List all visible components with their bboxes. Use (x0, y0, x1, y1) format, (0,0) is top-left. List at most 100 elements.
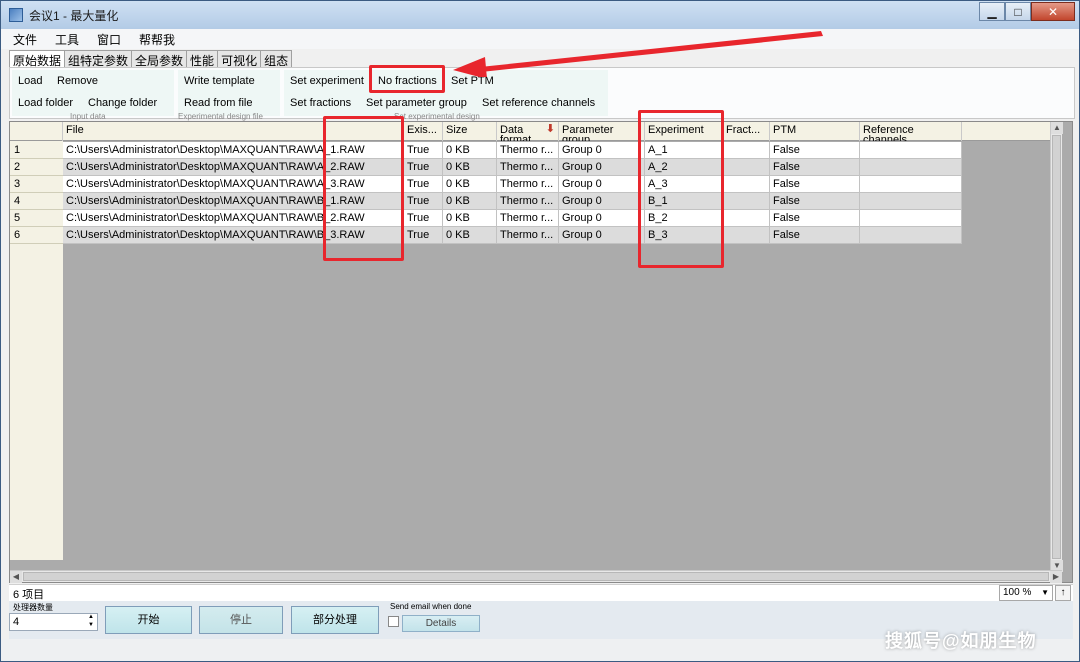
tab-global-parameters[interactable]: 全局参数 (131, 50, 188, 68)
zoom-up-arrow-icon[interactable]: ↑ (1055, 585, 1071, 601)
cell-parameter-group[interactable]: Group 0 (559, 193, 645, 210)
maximize-button[interactable]: □ (1005, 2, 1031, 21)
read-from-file-button[interactable]: Read from file (184, 97, 252, 109)
table-row[interactable]: C:\Users\Administrator\Desktop\MAXQUANT\… (63, 142, 962, 159)
tab-group-specific-parameters[interactable]: 组特定参数 (64, 50, 133, 68)
cell-size[interactable]: 0 KB (443, 227, 497, 244)
set-parameter-group-button[interactable]: Set parameter group (366, 97, 467, 109)
cell-ptm[interactable]: False (770, 227, 860, 244)
load-folder-button[interactable]: Load folder (18, 97, 73, 109)
cell-size[interactable]: 0 KB (443, 193, 497, 210)
scroll-left-arrow-icon[interactable]: ◀ (10, 571, 22, 583)
minimize-button[interactable]: ▁ (979, 2, 1005, 21)
remove-button[interactable]: Remove (57, 75, 98, 87)
close-button[interactable]: ✕ (1031, 2, 1075, 21)
vertical-scroll-thumb[interactable] (1052, 135, 1061, 559)
row-number[interactable]: 2 (10, 159, 63, 176)
cell-ptm[interactable]: False (770, 210, 860, 227)
col-fraction[interactable]: Fract... (723, 122, 770, 141)
table-row[interactable]: C:\Users\Administrator\Desktop\MAXQUANT\… (63, 210, 962, 227)
cell-reference-channels[interactable] (860, 176, 962, 193)
cell-fraction[interactable] (723, 176, 770, 193)
cell-fraction[interactable] (723, 159, 770, 176)
row-number[interactable]: 5 (10, 210, 63, 227)
cell-ptm[interactable]: False (770, 193, 860, 210)
menu-window[interactable]: 窗口 (97, 31, 121, 48)
menu-tools[interactable]: 工具 (55, 31, 79, 48)
cell-exists[interactable]: True (404, 210, 443, 227)
write-template-button[interactable]: Write template (184, 75, 255, 87)
cell-parameter-group[interactable]: Group 0 (559, 210, 645, 227)
cell-exists[interactable]: True (404, 193, 443, 210)
cell-parameter-group[interactable]: Group 0 (559, 227, 645, 244)
cell-fraction[interactable] (723, 227, 770, 244)
cell-parameter-group[interactable]: Group 0 (559, 159, 645, 176)
row-number[interactable]: 4 (10, 193, 63, 210)
cell-exists[interactable]: True (404, 176, 443, 193)
tab-configuration[interactable]: 组态 (260, 50, 293, 68)
cell-data-format[interactable]: Thermo r... (497, 193, 559, 210)
cell-fraction[interactable] (723, 193, 770, 210)
cell-data-format[interactable]: Thermo r... (497, 159, 559, 176)
col-size[interactable]: Size (443, 122, 497, 141)
scroll-up-arrow-icon[interactable]: ▲ (1051, 122, 1063, 134)
cell-size[interactable]: 0 KB (443, 159, 497, 176)
table-row[interactable]: C:\Users\Administrator\Desktop\MAXQUANT\… (63, 176, 962, 193)
cell-size[interactable]: 0 KB (443, 176, 497, 193)
cell-size[interactable]: 0 KB (443, 210, 497, 227)
cell-parameter-group[interactable]: Group 0 (559, 176, 645, 193)
menu-help[interactable]: 帮帮我 (139, 31, 175, 48)
cell-ptm[interactable]: False (770, 176, 860, 193)
scroll-right-arrow-icon[interactable]: ▶ (1050, 571, 1062, 583)
zoom-select[interactable]: 100 % ▼ (999, 585, 1053, 601)
title-bar[interactable]: 会议1 - 最大量化 ▁ □ ✕ (1, 1, 1079, 29)
start-button[interactable]: 开始 (105, 606, 192, 634)
cell-exists[interactable]: True (404, 142, 443, 159)
col-ptm[interactable]: PTM (770, 122, 860, 141)
cell-reference-channels[interactable] (860, 159, 962, 176)
cell-exists[interactable]: True (404, 227, 443, 244)
table-row[interactable]: C:\Users\Administrator\Desktop\MAXQUANT\… (63, 159, 962, 176)
tab-visualization[interactable]: 可视化 (217, 50, 262, 68)
col-data-format[interactable]: Data format ⬇ (497, 122, 559, 141)
cell-reference-channels[interactable] (860, 227, 962, 244)
table-row[interactable]: C:\Users\Administrator\Desktop\MAXQUANT\… (63, 227, 962, 244)
row-number[interactable]: 6 (10, 227, 63, 244)
cell-data-format[interactable]: Thermo r... (497, 176, 559, 193)
horizontal-scrollbar[interactable]: ◀ ▶ (10, 570, 1062, 583)
stepper-down-icon[interactable]: ▼ (86, 622, 96, 630)
set-reference-channels-button[interactable]: Set reference channels (482, 97, 595, 109)
cell-ptm[interactable]: False (770, 142, 860, 159)
cell-fraction[interactable] (723, 142, 770, 159)
sort-down-icon[interactable]: ⬇ (546, 124, 555, 135)
horizontal-scroll-thumb[interactable] (23, 572, 1049, 581)
cell-data-format[interactable]: Thermo r... (497, 227, 559, 244)
cell-ptm[interactable]: False (770, 159, 860, 176)
change-folder-button[interactable]: Change folder (88, 97, 157, 109)
cell-reference-channels[interactable] (860, 193, 962, 210)
details-button[interactable]: Details (402, 615, 480, 632)
set-fractions-button[interactable]: Set fractions (290, 97, 351, 109)
cell-reference-channels[interactable] (860, 210, 962, 227)
row-number[interactable]: 3 (10, 176, 63, 193)
row-number[interactable]: 1 (10, 142, 63, 159)
col-exists[interactable]: Exis... (404, 122, 443, 141)
col-reference-channels[interactable]: Reference channels (860, 122, 962, 141)
cell-size[interactable]: 0 KB (443, 142, 497, 159)
tab-performance[interactable]: 性能 (186, 50, 219, 68)
stop-button[interactable]: 停止 (199, 606, 283, 634)
table-row[interactable]: C:\Users\Administrator\Desktop\MAXQUANT\… (63, 193, 962, 210)
cell-fraction[interactable] (723, 210, 770, 227)
cell-data-format[interactable]: Thermo r... (497, 142, 559, 159)
set-experiment-button[interactable]: Set experiment (290, 75, 364, 87)
partial-processing-button[interactable]: 部分处理 (291, 606, 379, 634)
menu-file[interactable]: 文件 (13, 31, 37, 48)
stepper-up-icon[interactable]: ▲ (86, 614, 96, 622)
cell-parameter-group[interactable]: Group 0 (559, 142, 645, 159)
cell-data-format[interactable]: Thermo r... (497, 210, 559, 227)
vertical-scrollbar[interactable]: ▲ ▼ (1050, 122, 1063, 572)
email-checkbox[interactable] (388, 616, 399, 627)
load-button[interactable]: Load (18, 75, 42, 87)
chevron-down-icon[interactable]: ▼ (1041, 586, 1049, 600)
threads-input[interactable]: 4 ▲ ▼ (9, 613, 98, 631)
